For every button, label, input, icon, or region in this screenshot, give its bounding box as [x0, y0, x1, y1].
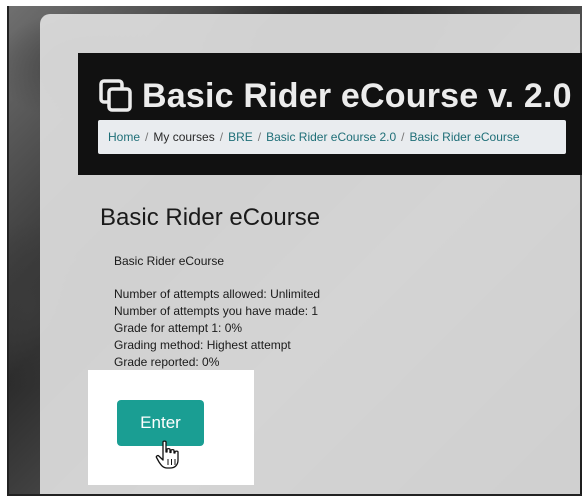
- breadcrumb-separator: /: [145, 130, 149, 144]
- breadcrumb-home[interactable]: Home: [108, 130, 140, 144]
- grade-for-attempt: Grade for attempt 1: 0%: [114, 321, 243, 335]
- copy-icon: [99, 79, 132, 112]
- breadcrumb-separator: /: [401, 130, 405, 144]
- attempts-made: Number of attempts you have made: 1: [114, 304, 319, 318]
- breadcrumb-my-courses[interactable]: My courses: [153, 130, 214, 144]
- activity-summary: Basic Rider eCourse: [114, 254, 225, 268]
- grade-reported: Grade reported: 0%: [114, 355, 220, 369]
- page-title-row: Basic Rider eCourse v. 2.0: [98, 74, 572, 118]
- breadcrumb-bre[interactable]: BRE: [228, 130, 253, 144]
- grading-method: Grading method: Highest attempt: [114, 338, 291, 352]
- breadcrumb-separator: /: [257, 130, 262, 144]
- breadcrumb: Home / My courses / BRE / Basic Rider eC…: [98, 120, 566, 154]
- page-title: Basic Rider eCourse v. 2.0: [142, 76, 572, 115]
- hand-pointer-icon: [155, 440, 179, 469]
- attempts-allowed: Number of attempts allowed: Unlimited: [114, 287, 321, 301]
- breadcrumb-activity[interactable]: Basic Rider eCourse: [410, 130, 520, 144]
- breadcrumb-course[interactable]: Basic Rider eCourse 2.0: [266, 130, 396, 144]
- breadcrumb-separator: /: [219, 130, 224, 144]
- activity-heading: Basic Rider eCourse: [100, 204, 321, 231]
- attempt-info: Number of attempts allowed: Unlimited Nu…: [114, 286, 320, 371]
